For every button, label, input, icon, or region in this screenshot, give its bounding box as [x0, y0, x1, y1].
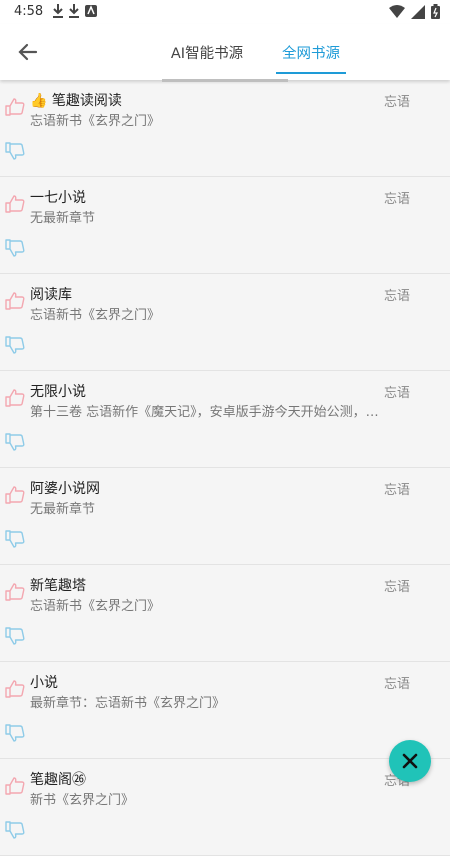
- source-author: 忘语: [383, 677, 410, 692]
- list-item[interactable]: 一七小说 忘语 无最新章节: [0, 177, 450, 274]
- source-title: 小说: [30, 675, 58, 691]
- source-title: 一七小说: [30, 190, 86, 206]
- download-icon: [53, 4, 63, 18]
- list-item[interactable]: 阅读库 忘语 忘语新书《玄界之门》: [0, 274, 450, 371]
- source-author: 忘语: [383, 95, 410, 110]
- list-item[interactable]: 👍 笔趣读阅读 忘语 忘语新书《玄界之门》: [0, 80, 450, 177]
- source-latest-chapter: 忘语新书《玄界之门》: [30, 308, 161, 323]
- source-list: 👍 笔趣读阅读 忘语 忘语新书《玄界之门》 一七小说 忘语 无最新章节 阅读库 …: [0, 80, 450, 856]
- app-notification-icon: [85, 5, 97, 17]
- source-author: 忘语: [383, 483, 410, 498]
- list-item[interactable]: 小说 忘语 最新章节：忘语新书《玄界之门》: [0, 662, 450, 759]
- source-latest-chapter: 忘语新书《玄界之门》: [30, 599, 161, 614]
- source-latest-chapter: 无最新章节: [30, 502, 96, 517]
- list-item[interactable]: 新笔趣塔 忘语 忘语新书《玄界之门》: [0, 565, 450, 662]
- source-latest-chapter: 新书《玄界之门》: [30, 793, 135, 808]
- source-latest-chapter: 忘语新书《玄界之门》: [30, 114, 161, 129]
- thumbs-down-icon[interactable]: [5, 821, 25, 839]
- source-author: 忘语: [383, 289, 410, 304]
- thumbs-up-icon[interactable]: [5, 680, 25, 698]
- thumbs-up-icon[interactable]: [5, 389, 25, 407]
- source-author: 忘语: [383, 580, 410, 595]
- thumbs-down-icon[interactable]: [5, 239, 25, 257]
- tab-scroll-indicator: [162, 79, 288, 82]
- source-latest-chapter: 第十三卷 忘语新作《魔天记》，安卓版手游今天开始公测，…: [30, 405, 379, 420]
- list-item[interactable]: 笔趣阁㉖ 忘语 新书《玄界之门》: [0, 759, 450, 856]
- thumbs-down-icon[interactable]: [5, 627, 25, 645]
- thumbs-down-icon[interactable]: [5, 142, 25, 160]
- floating-action-button[interactable]: [389, 740, 431, 782]
- tab-ai-sources[interactable]: AI智能书源: [150, 24, 264, 80]
- source-title: 笔趣阁㉖: [30, 772, 86, 788]
- source-title: 无限小说: [30, 384, 86, 400]
- thumbs-down-icon[interactable]: [5, 530, 25, 548]
- source-latest-chapter: 最新章节：忘语新书《玄界之门》: [30, 696, 226, 711]
- source-title: 阅读库: [30, 287, 72, 303]
- thumbs-down-icon[interactable]: [5, 433, 25, 451]
- battery-icon: [431, 4, 440, 19]
- source-latest-chapter: 无最新章节: [30, 211, 96, 226]
- tab-all-sources[interactable]: 全网书源: [264, 24, 358, 80]
- source-title: 👍 笔趣读阅读: [30, 93, 122, 109]
- thumbs-down-icon[interactable]: [5, 724, 25, 742]
- list-item[interactable]: 无限小说 忘语 第十三卷 忘语新作《魔天记》，安卓版手游今天开始公测，…: [0, 371, 450, 468]
- source-tabs: AI智能书源 全网书源: [150, 24, 358, 80]
- status-time: 4:58: [14, 4, 44, 19]
- status-bar: 4:58: [0, 0, 450, 24]
- thumbs-up-icon[interactable]: [5, 292, 25, 310]
- source-title: 新笔趣塔: [30, 578, 86, 594]
- close-icon: [402, 753, 418, 769]
- wifi-icon: [389, 4, 405, 18]
- list-item[interactable]: 阿婆小说网 忘语 无最新章节: [0, 468, 450, 565]
- app-bar: AI智能书源 全网书源: [0, 24, 450, 80]
- thumbs-up-icon[interactable]: [5, 195, 25, 213]
- thumbs-up-icon[interactable]: [5, 486, 25, 504]
- source-author: 忘语: [383, 386, 410, 401]
- source-author: 忘语: [383, 192, 410, 207]
- thumbs-up-icon[interactable]: [5, 777, 25, 795]
- signal-icon: [411, 4, 425, 19]
- thumbs-up-icon[interactable]: [5, 583, 25, 601]
- download-icon: [69, 4, 79, 18]
- thumbs-up-icon[interactable]: [5, 98, 25, 116]
- source-title: 阿婆小说网: [30, 481, 100, 497]
- thumbs-down-icon[interactable]: [5, 336, 25, 354]
- arrow-left-icon[interactable]: [14, 38, 42, 66]
